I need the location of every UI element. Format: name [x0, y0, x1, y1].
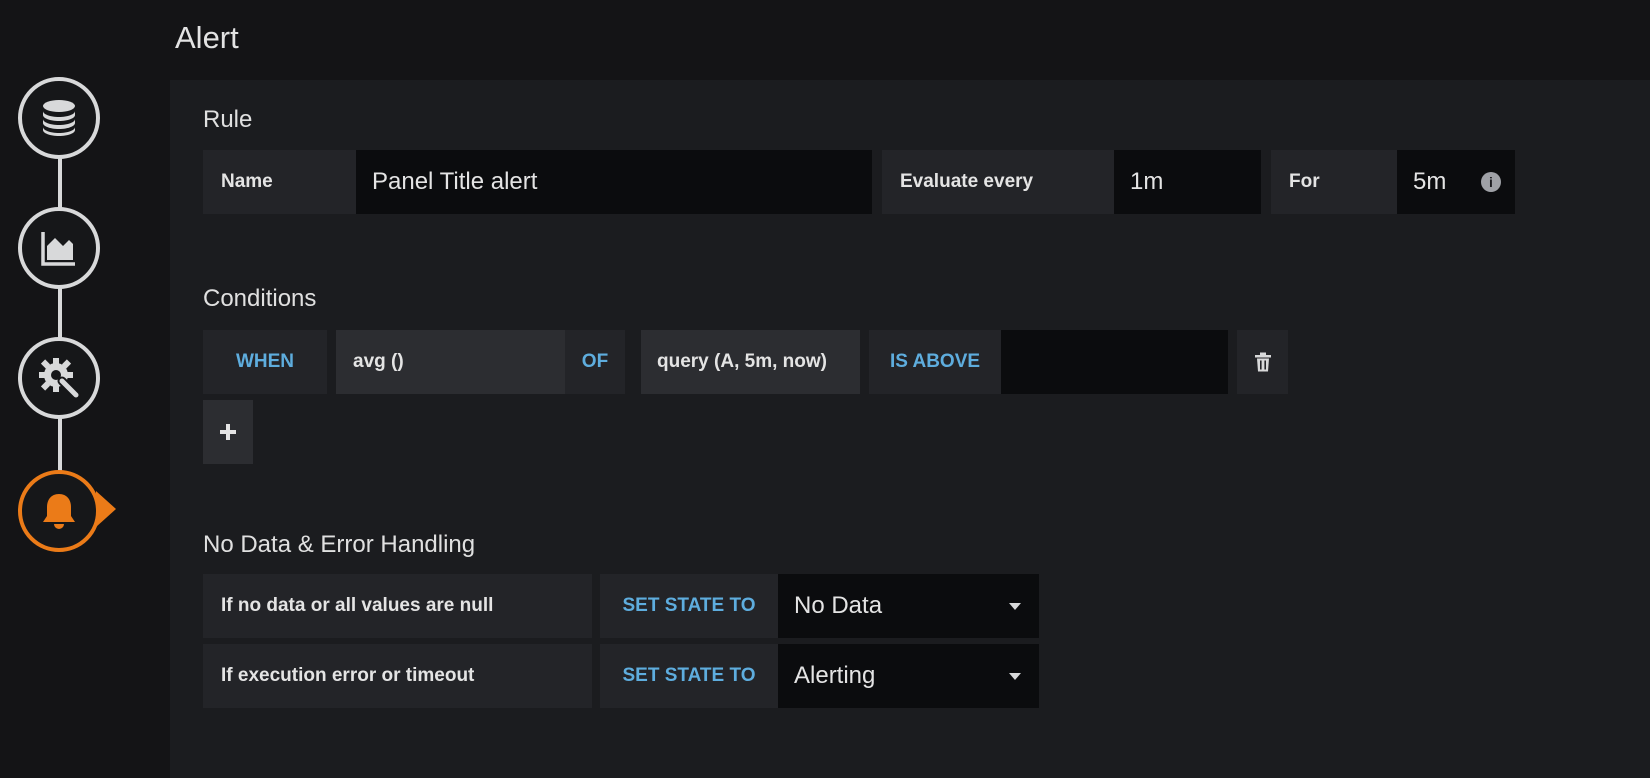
chevron-down-icon — [1009, 603, 1021, 610]
name-label: Name — [203, 150, 356, 214]
set-state-keyword: SET STATE TO — [600, 644, 778, 708]
reducer-select[interactable]: avg () — [336, 330, 565, 394]
area-chart-icon — [41, 232, 75, 266]
active-step-pointer — [96, 491, 116, 527]
step-visualization[interactable] — [18, 207, 100, 289]
no-data-state-select[interactable]: No Data — [778, 574, 1039, 638]
delete-condition-button[interactable] — [1237, 330, 1288, 394]
step-general[interactable] — [18, 337, 100, 419]
step-rail — [0, 0, 170, 778]
conditions-heading: Conditions — [203, 285, 317, 312]
bell-icon — [43, 494, 75, 529]
plus-icon — [220, 424, 236, 440]
step-connector — [58, 150, 62, 480]
for-value: 5m — [1413, 168, 1447, 195]
set-state-keyword: SET STATE TO — [600, 574, 778, 638]
chevron-down-icon — [1009, 673, 1021, 680]
no-data-state-value: No Data — [794, 592, 883, 619]
for-label: For — [1271, 150, 1397, 214]
step-alert[interactable] — [18, 470, 100, 552]
no-data-heading: No Data & Error Handling — [203, 531, 476, 558]
when-keyword: WHEN — [203, 330, 327, 394]
rule-name-input[interactable]: Panel Title alert — [356, 150, 872, 214]
database-icon — [43, 100, 75, 136]
rule-heading: Rule — [203, 106, 253, 133]
step-queries[interactable] — [18, 77, 100, 159]
evaluator-select[interactable]: IS ABOVE — [869, 330, 1001, 394]
add-condition-button[interactable] — [203, 400, 253, 464]
query-select[interactable]: query (A, 5m, now) — [641, 330, 860, 394]
info-icon[interactable]: i — [1481, 172, 1501, 192]
error-state-value: Alerting — [794, 662, 876, 689]
evaluate-every-label: Evaluate every — [882, 150, 1114, 214]
for-input[interactable]: 5m i — [1397, 150, 1515, 214]
no-data-condition-label: If no data or all values are null — [203, 574, 592, 638]
settings-icon — [39, 358, 81, 400]
error-state-select[interactable]: Alerting — [778, 644, 1039, 708]
alert-editor-page: Alert Rule Name Panel Title alert Evalua… — [0, 0, 1650, 778]
page-title: Alert — [175, 20, 239, 55]
error-condition-label: If execution error or timeout — [203, 644, 592, 708]
trash-icon — [1254, 352, 1271, 372]
evaluate-every-input[interactable]: 1m — [1114, 150, 1261, 214]
of-keyword: OF — [565, 330, 625, 394]
threshold-input[interactable] — [1001, 330, 1228, 394]
